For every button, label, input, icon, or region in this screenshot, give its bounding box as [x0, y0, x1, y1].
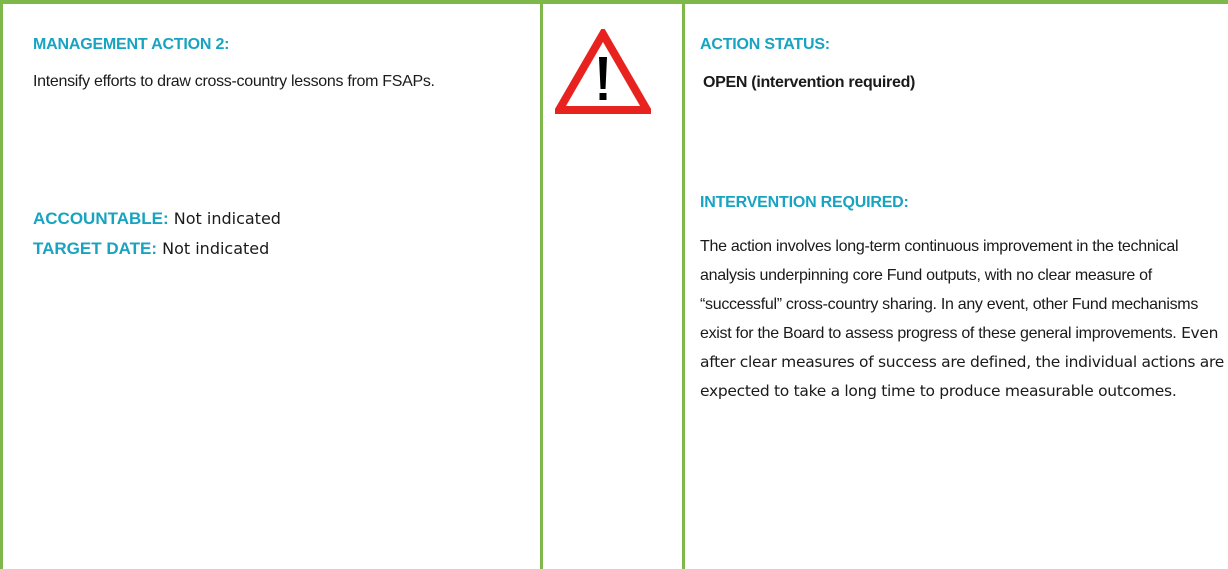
- management-action-column: MANAGEMENT ACTION 2: Intensify efforts t…: [0, 4, 540, 569]
- intervention-heading: INTERVENTION REQUIRED:: [700, 194, 909, 211]
- target-date-label: TARGET DATE:: [33, 239, 158, 258]
- intervention-text: The action involves long-term continuous…: [700, 232, 1228, 406]
- management-action-heading: MANAGEMENT ACTION 2:: [33, 36, 230, 53]
- status-icon-column: [540, 4, 682, 569]
- warning-triangle-icon: [555, 29, 651, 114]
- action-table: MANAGEMENT ACTION 2: Intensify efforts t…: [0, 0, 1228, 569]
- action-meta: ACCOUNTABLE: Not indicated TARGET DATE: …: [33, 204, 281, 264]
- accountable-row: ACCOUNTABLE: Not indicated: [33, 204, 281, 234]
- action-status-column: ACTION STATUS: OPEN (intervention requir…: [682, 4, 1228, 569]
- intervention-text-part1: The action involves long-term continuous…: [700, 238, 1199, 342]
- action-status-value: OPEN (intervention required): [703, 74, 916, 91]
- target-date-row: TARGET DATE: Not indicated: [33, 234, 281, 264]
- action-status-heading: ACTION STATUS:: [700, 36, 830, 53]
- accountable-label: ACCOUNTABLE:: [33, 209, 169, 228]
- target-date-value: Not indicated: [157, 239, 270, 258]
- accountable-value: Not indicated: [168, 209, 281, 228]
- management-action-text: Intensify efforts to draw cross-country …: [33, 73, 435, 90]
